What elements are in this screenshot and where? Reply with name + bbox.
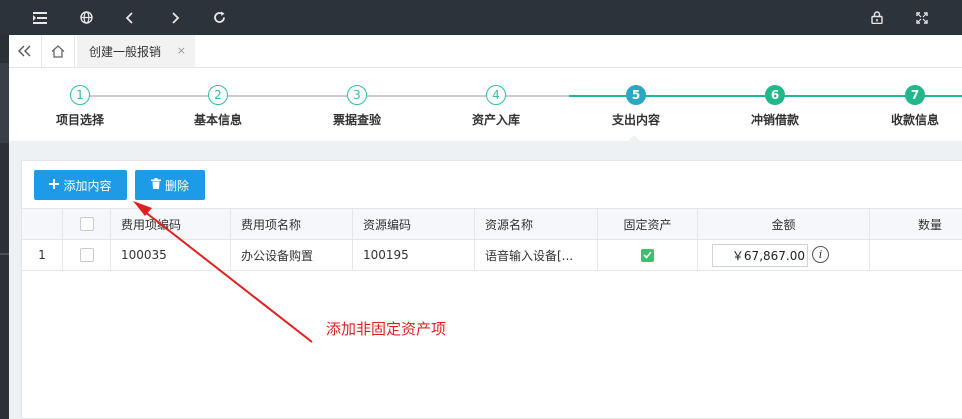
plus-icon [49,178,60,192]
row-index: 1 [22,240,63,270]
row-checkbox[interactable] [79,248,94,262]
amount-cell: ￥67,867.00 i [698,240,870,270]
tab-bar: 创建一般报销 × [9,35,962,68]
row-select [63,240,111,270]
step-label: 支出内容 [611,113,660,127]
close-icon[interactable]: × [177,44,186,57]
refresh-icon[interactable] [205,0,233,35]
chevron-left-icon[interactable] [116,0,144,35]
home-icon [51,44,65,58]
sidebar-edge [0,35,9,419]
step-number: 1 [70,85,90,105]
column-header[interactable]: 费用项名称 [231,209,353,239]
tab-create-reimbursement[interactable]: 创建一般报销 × [77,35,195,67]
quantity-cell[interactable] [870,240,962,270]
sidebar-edge-divider [0,253,9,255]
step-4[interactable]: 4 资产入库 [436,85,556,128]
add-content-button[interactable]: 添加内容 [34,170,127,200]
column-header[interactable]: 费用项编码 [111,209,231,239]
table-row[interactable]: 1 100035 办公设备购置 100195 语音输入设备[... ￥67,86… [22,240,962,271]
step-label: 资产入库 [471,113,520,127]
step-label: 收款信息 [890,113,939,127]
delete-button[interactable]: 删除 [135,170,205,200]
step-6[interactable]: 6 冲销借款 [715,85,835,128]
collapse-tabs-button[interactable] [9,35,42,67]
column-header[interactable]: 固定资产 [598,209,698,239]
column-header[interactable]: 金额 [698,209,870,239]
column-header[interactable]: 资源名称 [475,209,598,239]
annotation-text: 添加非固定资产项 [326,320,447,338]
chevron-right-icon[interactable] [161,0,189,35]
add-content-label: 添加内容 [63,178,112,193]
tab-label: 创建一般报销 [89,44,162,59]
sidebar-edge-block [0,63,9,143]
step-label: 项目选择 [55,113,104,127]
step-3[interactable]: 3 票据查验 [297,85,417,128]
step-progress: 1 项目选择 2 基本信息 3 票据查验 4 资产入库 5 支出内容 6 冲销借… [9,68,962,142]
lock-icon[interactable] [863,0,891,35]
fixed-asset-cell [598,240,698,270]
fee-code-cell: 100035 [111,240,231,270]
fullscreen-icon[interactable] [908,0,936,35]
amount-input[interactable]: ￥67,867.00 [712,244,808,267]
column-header[interactable]: 资源编码 [353,209,475,239]
resource-name-cell: 语音输入设备[... [475,240,598,270]
step-5[interactable]: 5 支出内容 [576,85,696,128]
row-index-header [22,209,63,239]
fee-name-cell: 办公设备购置 [231,240,353,270]
step-7[interactable]: 7 收款信息 [855,85,962,128]
step-1[interactable]: 1 项目选择 [20,85,140,128]
column-header[interactable]: 数量 [870,209,962,239]
delete-label: 删除 [164,178,189,193]
globe-icon[interactable] [72,0,100,35]
resource-code-cell: 100195 [353,240,475,270]
double-chevron-left-icon [18,45,31,57]
trash-icon [150,178,161,192]
table-header: 费用项编码 费用项名称 资源编码 资源名称 固定资产 金额 数量 [22,208,962,240]
menu-icon[interactable] [26,0,54,35]
step-number: 2 [208,85,228,105]
info-icon[interactable]: i [812,246,829,263]
step-number: 6 [765,85,785,105]
home-button[interactable] [42,35,75,67]
select-all-header [63,209,111,239]
step-label: 冲销借款 [750,113,799,127]
fixed-asset-check-icon [641,248,654,262]
select-all-checkbox[interactable] [79,217,94,231]
top-toolbar [0,0,962,35]
step-number: 4 [486,85,506,105]
step-label: 基本信息 [193,113,242,127]
step-2[interactable]: 2 基本信息 [158,85,278,128]
step-number: 3 [347,85,367,105]
step-number: 7 [905,85,925,105]
step-number: 5 [626,85,646,105]
step-label: 票据查验 [332,113,381,127]
